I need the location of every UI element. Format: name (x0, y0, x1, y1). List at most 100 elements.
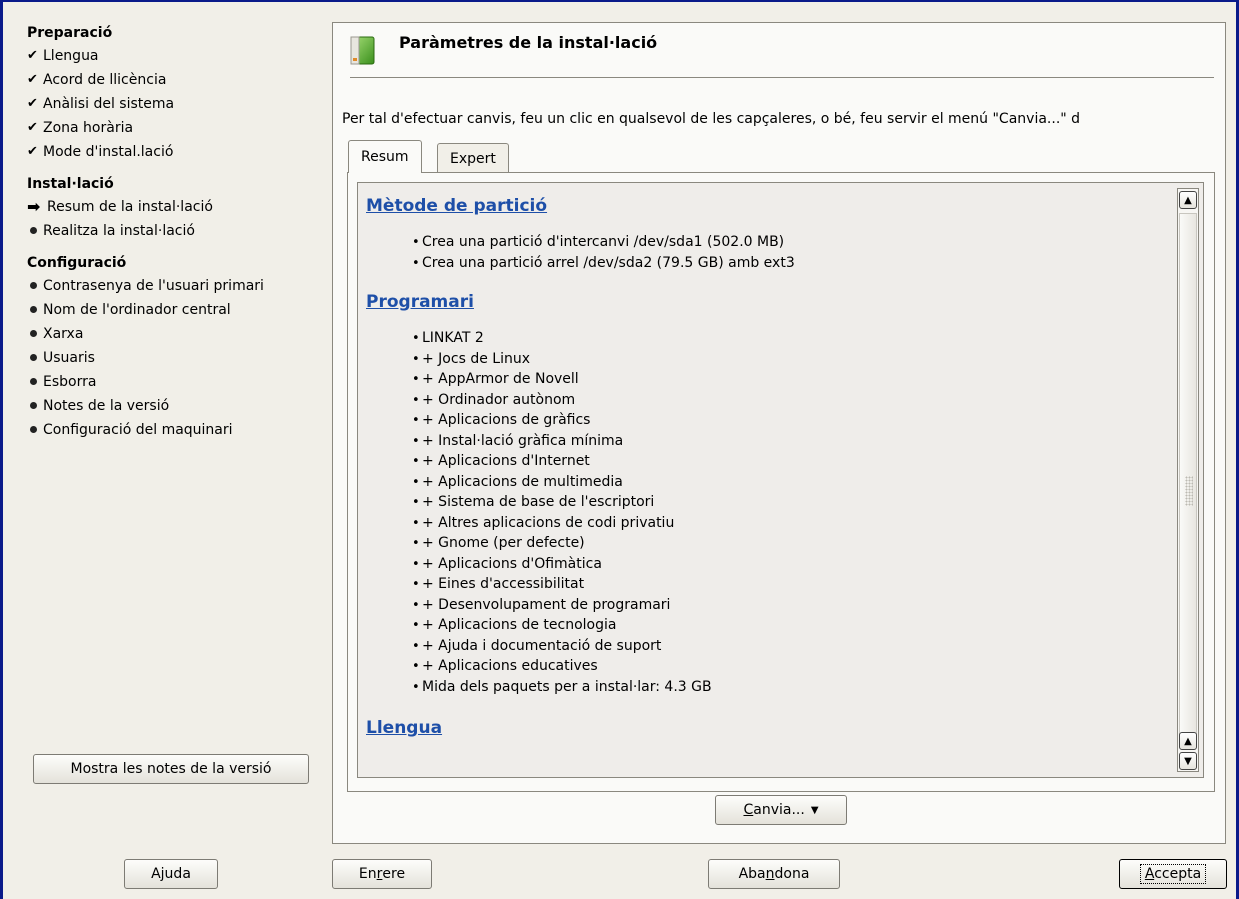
sidebar-item-zona: ✔ Zona horària (27, 116, 327, 140)
page-title: Paràmetres de la instal·lació (399, 33, 658, 52)
grip-icon (1185, 476, 1193, 506)
heading-software-link[interactable]: Programari (366, 288, 1176, 316)
label-rest: anvia... (753, 802, 805, 818)
window-frame-left (0, 0, 3, 899)
back-button[interactable]: En r ere (332, 859, 432, 889)
list-item: LINKAT 2 (412, 328, 1176, 349)
list-item: + Gnome (per defecte) (412, 533, 1176, 554)
checkmark-icon: ✔ (27, 72, 38, 87)
sidebar-item-contrasenya: Contrasenya de l'usuari primari (27, 274, 327, 298)
installer-package-icon (350, 36, 375, 65)
software-list: LINKAT 2 + Jocs de Linux + AppArmor de N… (366, 328, 1176, 697)
arrow-right-icon: ➡ (27, 197, 41, 216)
abort-label-post: dona (774, 866, 810, 882)
list-item: + Aplicacions d'Internet (412, 451, 1176, 472)
accept-label: Accepta (1139, 864, 1207, 884)
list-item: + Aplicacions d'Ofimàtica (412, 554, 1176, 575)
bullet-icon (27, 394, 43, 418)
bullet-icon (27, 298, 43, 322)
summary-content: Mètode de partició Crea una partició d'i… (366, 192, 1176, 742)
scroll-up-button[interactable]: ▲ (1179, 191, 1197, 209)
sidebar-item-resum: ➡ Resum de la instal·lació (27, 195, 327, 219)
checkmark-icon: ✔ (27, 144, 38, 159)
sidebar-item-label: Resum de la instal·lació (47, 199, 213, 215)
list-item: + AppArmor de Novell (412, 369, 1176, 390)
chevron-down-icon: ▼ (810, 804, 819, 816)
sidebar-item-label: Zona horària (43, 120, 134, 136)
bullet-icon (27, 274, 43, 298)
scrollbar-thumb[interactable] (1179, 213, 1197, 739)
sidebar-section-title: Preparació (27, 25, 113, 41)
sidebar-steps: Preparació ✔ Llengua ✔ Acord de llicència … (27, 22, 327, 442)
mnemonic: C (743, 802, 754, 818)
bullet-icon (27, 346, 43, 370)
sidebar-item-label: Esborra (43, 374, 97, 390)
mnemonic: A (1144, 866, 1155, 882)
sidebar-item-mode: ✔ Mode d'instal.lació (27, 140, 327, 164)
list-item: + Altres aplicacions de codi privatiu (412, 513, 1176, 534)
sidebar-item-label: Xarxa (43, 326, 84, 342)
sidebar-item-label: Anàlisi del sistema (43, 96, 175, 112)
sidebar-item-label: Acord de llicència (43, 72, 167, 88)
tab-resum[interactable]: Resum (348, 140, 422, 173)
triangle-up-icon: ▲ (1184, 735, 1192, 747)
change-button-label: Canvia... (743, 802, 804, 818)
sidebar-item-label: Notes de la versió (43, 398, 170, 414)
sidebar-item-notes: Notes de la versió (27, 394, 327, 418)
list-item: + Ajuda i documentació de suport (412, 636, 1176, 657)
summary-view: Mètode de partició Crea una partició d'i… (357, 182, 1204, 778)
triangle-down-icon: ▼ (1184, 755, 1192, 767)
list-item: + Aplicacions de gràfics (412, 410, 1176, 431)
bullet-icon (27, 322, 43, 346)
title-divider (350, 77, 1214, 78)
partition-list: Crea una partició d'intercanvi /dev/sda1… (366, 232, 1176, 273)
list-item: + Aplicacions de tecnologia (412, 615, 1176, 636)
sidebar-item-analisi: ✔ Anàlisi del sistema (27, 92, 327, 116)
sidebar-item-llicencia: ✔ Acord de llicència (27, 68, 327, 92)
change-menu-button[interactable]: Canvia... ▼ (715, 795, 847, 825)
list-item: Crea una partició arrel /dev/sda2 (79.5 … (412, 253, 1176, 274)
instructions-text: Per tal d'efectuar canvis, feu un clic e… (342, 111, 1081, 127)
heading-language-link[interactable]: Llengua (366, 714, 1176, 742)
release-notes-button[interactable]: Mostra les notes de la versió (33, 754, 309, 784)
sidebar-item-usuaris: Usuaris (27, 346, 327, 370)
list-item: + Desenvolupament de programari (412, 595, 1176, 616)
tab-expert[interactable]: Expert (437, 143, 509, 173)
list-item: + Instal·lació gràfica mínima (412, 431, 1176, 452)
window-frame-top (0, 0, 1239, 2)
sidebar-item-label: Configuració del maquinari (43, 422, 233, 438)
sidebar-item-label: Contrasenya de l'usuari primari (43, 278, 264, 294)
back-label-pre: En (358, 866, 377, 882)
list-item: + Aplicacions de multimedia (412, 472, 1176, 493)
sidebar-section-title: Configuració (27, 255, 127, 271)
help-button[interactable]: Ajuda (124, 859, 218, 889)
sidebar-item-label: Usuaris (43, 350, 95, 366)
tab-pane-resum: Mètode de partició Crea una partició d'i… (347, 172, 1215, 792)
mnemonic: n (765, 866, 775, 882)
list-item: + Jocs de Linux (412, 349, 1176, 370)
checkmark-icon: ✔ (27, 96, 38, 111)
accept-label-post: ccepta (1154, 866, 1202, 882)
accept-button[interactable]: Accepta (1119, 859, 1227, 889)
bullet-icon (27, 370, 43, 394)
list-item: + Aplicacions educatives (412, 656, 1176, 677)
main-panel: Paràmetres de la instal·lació Per tal d'… (332, 22, 1226, 844)
sidebar-item-label: Realitza la instal·lació (43, 223, 195, 239)
abort-label-pre: Aba (738, 866, 766, 882)
sidebar-item-label: Llengua (43, 48, 99, 64)
sidebar-item-nom-ordinador: Nom de l'ordinador central (27, 298, 327, 322)
checkmark-icon: ✔ (27, 48, 38, 63)
heading-partition-link[interactable]: Mètode de partició (366, 192, 1176, 220)
list-item: Mida dels paquets per a instal·lar: 4.3 … (412, 677, 1176, 698)
sidebar-item-label: Nom de l'ordinador central (43, 302, 231, 318)
bullet-icon (27, 219, 43, 243)
scroll-up-button-lower[interactable]: ▲ (1179, 732, 1197, 750)
vertical-scrollbar[interactable]: ▲ ▲ ▼ (1177, 188, 1199, 772)
list-item: Crea una partició d'intercanvi /dev/sda1… (412, 232, 1176, 253)
checkmark-icon: ✔ (27, 120, 38, 135)
abort-button[interactable]: Aba n dona (708, 859, 840, 889)
list-item: + Sistema de base de l'escriptori (412, 492, 1176, 513)
scroll-down-button[interactable]: ▼ (1179, 752, 1197, 770)
sidebar-section-title: Instal·lació (27, 176, 114, 192)
back-label-post: ere (382, 866, 406, 882)
